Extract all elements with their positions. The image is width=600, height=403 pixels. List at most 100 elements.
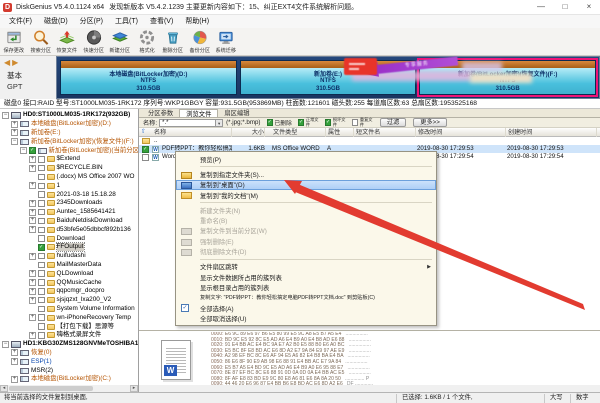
tree-item[interactable]: +MSR(2): [0, 366, 138, 375]
tree-checkbox[interactable]: [38, 218, 45, 225]
expand-icon[interactable]: +: [11, 376, 18, 383]
tab-浏览文件[interactable]: 浏览文件: [179, 109, 218, 117]
expand-icon[interactable]: +: [29, 226, 36, 233]
tree-checkbox[interactable]: [38, 174, 45, 181]
collapse-icon[interactable]: −: [20, 147, 27, 154]
tree-checkbox[interactable]: [38, 314, 45, 321]
tree-checkbox[interactable]: [38, 323, 45, 330]
tree-item[interactable]: −HD0:ST1000LM035-1RK172(932GB): [0, 111, 138, 120]
tree-item[interactable]: −新加卷(BitLocker加密)(恢复文件)(F:): [0, 137, 138, 146]
tree-horizontal-scrollbar[interactable]: ◂ ▸: [0, 385, 139, 392]
row-checkbox[interactable]: [142, 154, 149, 161]
column-header[interactable]: 名称: [153, 128, 232, 137]
context-menu-item[interactable]: 复制到"我的文档"(M): [176, 190, 436, 200]
column-header[interactable]: 大小: [233, 128, 265, 137]
column-header[interactable]: 短文件名: [355, 128, 416, 137]
tree-item[interactable]: +本地磁盘(BitLocker加密)(D:): [0, 120, 138, 129]
tab-分区参数[interactable]: 分区参数: [142, 109, 179, 117]
scroll-left-icon[interactable]: ◂: [0, 385, 8, 392]
tree-item[interactable]: +$Extend: [0, 155, 138, 164]
tree-item[interactable]: +QQMusicCache: [0, 278, 138, 287]
tree-checkbox[interactable]: [38, 262, 45, 269]
tree-item[interactable]: +2021-03-18 15.18.28: [0, 190, 138, 199]
tree-checkbox[interactable]: [38, 191, 45, 198]
tree-item[interactable]: +新加卷(E:): [0, 129, 138, 138]
tree-checkbox[interactable]: [38, 288, 45, 295]
context-menu-item[interactable]: 预览(P): [176, 154, 436, 164]
tree-item[interactable]: +MailMasterData: [0, 261, 138, 270]
chevron-down-icon[interactable]: ▾: [215, 120, 222, 126]
tree-item[interactable]: +本地磁盘(BitLocker加密)(C:): [0, 375, 138, 384]
toolbar-button-format[interactable]: 格式化: [134, 28, 161, 56]
tree-checkbox[interactable]: ✓: [38, 244, 45, 251]
tree-checkbox[interactable]: [38, 270, 45, 277]
toolbar-button-search[interactable]: 搜索分区: [28, 28, 55, 56]
tree-item[interactable]: +ESP(1): [0, 357, 138, 366]
tree-item[interactable]: +d53bfe5e05dbbcf892b136: [0, 225, 138, 234]
filter-pattern-combobox[interactable]: *.* ▾: [159, 119, 223, 127]
expand-icon[interactable]: +: [29, 332, 36, 339]
sort-arrow-icon[interactable]: ⇧: [141, 128, 146, 137]
expand-icon[interactable]: +: [11, 121, 18, 128]
collapse-icon[interactable]: −: [2, 112, 9, 119]
tree-item[interactable]: +$RECYCLE.BIN: [0, 164, 138, 173]
toolbar-button-recover[interactable]: 恢复文件: [54, 28, 81, 56]
partition-block[interactable]: 本地磁盘(BitLocker加密)(D:)NTFS310.5GB: [60, 60, 237, 95]
toolbar-button-migrate[interactable]: 系统迁移: [213, 28, 240, 56]
tree-item[interactable]: +System Volume Information: [0, 305, 138, 314]
menubar-item[interactable]: 帮助(H): [179, 15, 215, 28]
tree-checkbox[interactable]: [38, 297, 45, 304]
expand-icon[interactable]: +: [29, 209, 36, 216]
tree-checkbox[interactable]: [38, 227, 45, 234]
expand-icon[interactable]: +: [29, 156, 36, 163]
expand-icon[interactable]: +: [29, 270, 36, 277]
close-button[interactable]: ×: [582, 1, 596, 13]
expand-icon[interactable]: +: [11, 349, 18, 356]
filter-button[interactable]: 过滤: [380, 118, 406, 127]
expand-icon[interactable]: +: [11, 358, 18, 365]
tree-item[interactable]: +1: [0, 181, 138, 190]
context-menu-item[interactable]: 显示文件数据所占用的簇列表: [176, 272, 436, 282]
minimize-button[interactable]: —: [534, 1, 548, 13]
context-menu-item[interactable]: 复制文字: "PDF转PPT：教你轻松搞定电脑PDF转PPT文档.doc" 到剪…: [176, 293, 436, 303]
tree-checkbox[interactable]: [38, 253, 45, 260]
menubar-item[interactable]: 文件(F): [3, 15, 38, 28]
tree-item[interactable]: +Auntec_1585641421: [0, 208, 138, 217]
tree-item[interactable]: +wn-iPhoneRecovery Temp: [0, 313, 138, 322]
tree-item[interactable]: +恢复(0): [0, 349, 138, 358]
tree-item[interactable]: +Download: [0, 234, 138, 243]
filter-checkbox[interactable]: 重复文件: [352, 118, 373, 127]
column-header[interactable]: 创建时间: [507, 128, 597, 137]
column-header[interactable]: 属性: [327, 128, 354, 137]
expand-icon[interactable]: +: [29, 314, 36, 321]
filter-checkbox[interactable]: ✓损坏文件: [325, 118, 346, 127]
expand-icon[interactable]: +: [29, 288, 36, 295]
tree-item[interactable]: +【打包下载】思源等: [0, 322, 138, 331]
column-header[interactable]: 修改时间: [417, 128, 506, 137]
tree-item[interactable]: +BaiduNetdiskDownload: [0, 217, 138, 226]
tree-checkbox[interactable]: [38, 156, 45, 163]
expand-icon[interactable]: +: [29, 165, 36, 172]
collapse-icon[interactable]: −: [2, 341, 9, 348]
table-row-updir[interactable]: ..: [139, 137, 600, 145]
tree-item[interactable]: +✓FFOutput: [0, 243, 138, 252]
expand-icon[interactable]: +: [29, 279, 36, 286]
toolbar-button-newpart[interactable]: 新建分区: [107, 28, 134, 56]
tree-checkbox[interactable]: [38, 209, 45, 216]
tree-item[interactable]: +huifudashi: [0, 252, 138, 261]
tree-checkbox[interactable]: [38, 165, 45, 172]
tree-checkbox[interactable]: [38, 279, 45, 286]
context-menu-item[interactable]: ✓全部选择(A): [176, 303, 436, 313]
context-menu-item[interactable]: 文件扇区跳转▶: [176, 262, 436, 272]
scroll-right-icon[interactable]: ▸: [130, 385, 138, 392]
partition-nav-arrows-icon[interactable]: ◀▶: [4, 58, 20, 67]
tab-扇区编辑[interactable]: 扇区编辑: [218, 109, 255, 117]
context-menu-item[interactable]: 显示根目录占用的簇列表: [176, 282, 436, 292]
menubar-item[interactable]: 磁盘(D): [38, 15, 74, 28]
tree-item[interactable]: +QLDownload: [0, 269, 138, 278]
tree-item[interactable]: −✓新加卷(BitLocker加密)(当前分区): [0, 146, 138, 155]
row-checkbox[interactable]: ✓: [142, 146, 149, 153]
expand-icon[interactable]: +: [29, 253, 36, 260]
tree-item[interactable]: +嗨格式录屏文件: [0, 331, 138, 340]
menubar-item[interactable]: 分区(P): [74, 15, 109, 28]
